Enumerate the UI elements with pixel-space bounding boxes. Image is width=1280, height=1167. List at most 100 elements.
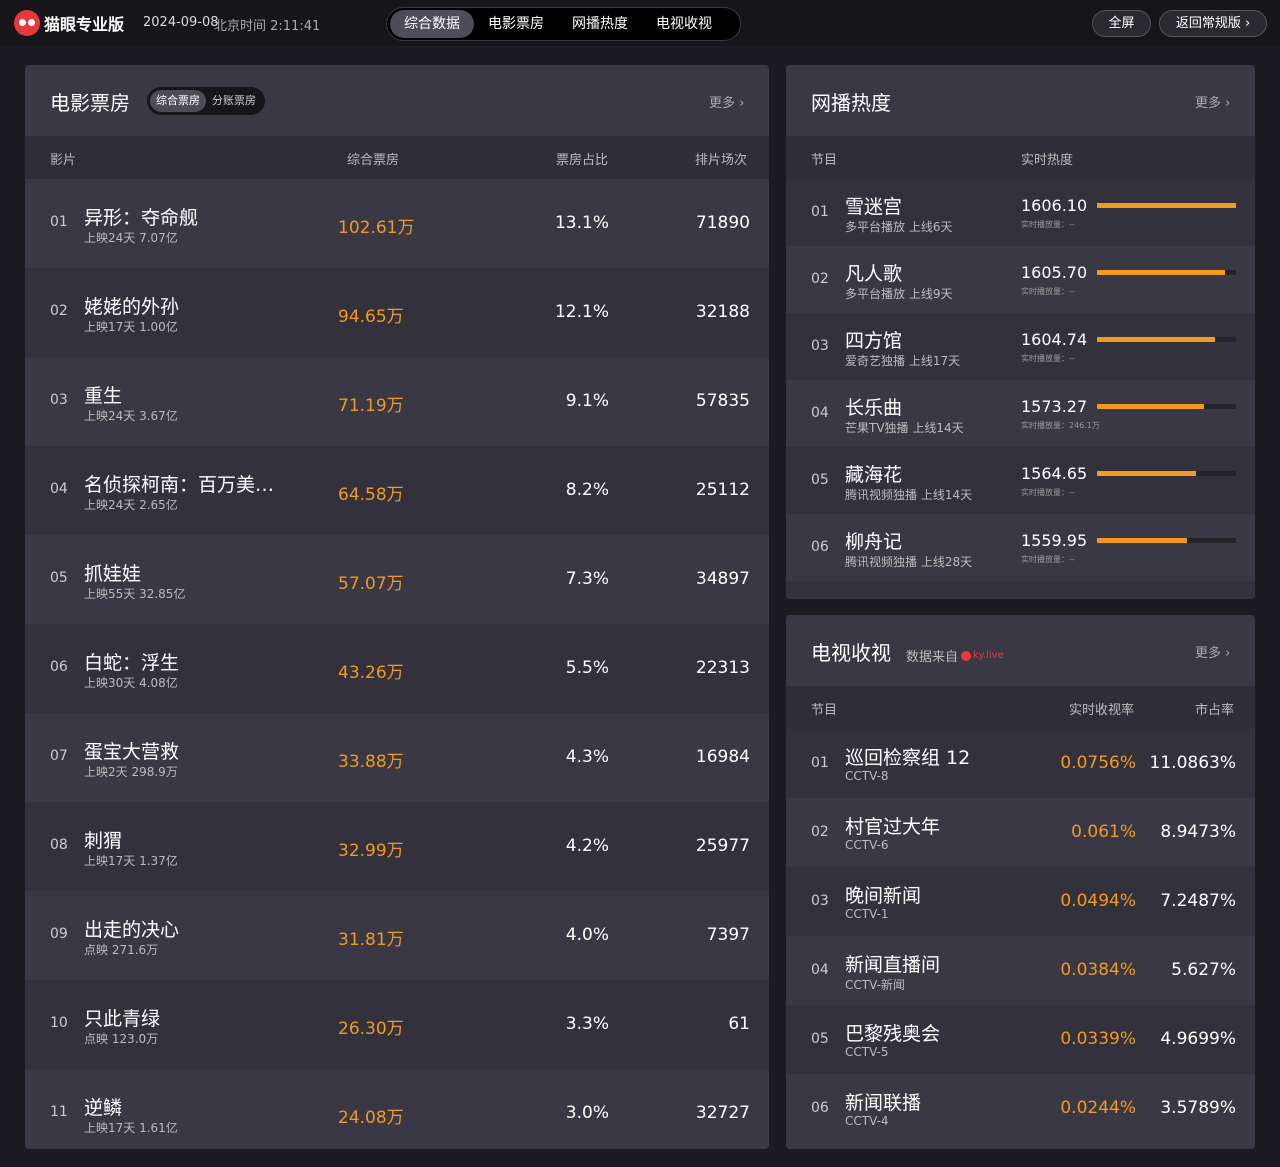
release-info: 上映2天 298.9万	[84, 765, 178, 779]
box-office-value: 24.08万	[338, 1108, 404, 1128]
box-office-share: 4.3%	[565, 747, 609, 767]
more-label: 更多	[709, 96, 736, 111]
show-count: 16984	[695, 747, 750, 767]
col-market-share: 市占率	[1195, 703, 1235, 718]
movie-box-office-panel: 电影票房 综合票房 分账票房 更多 › 影片 综合票房 票房占比 排片场次 01…	[25, 65, 769, 1149]
col-program: 节目	[811, 153, 838, 168]
box-office-value: 102.61万	[338, 218, 415, 238]
list-item[interactable]: 02 凡人歌 多平台播放 上线9天 1605.70 实时播放量：--	[786, 246, 1255, 313]
film-name: 逆鳞	[84, 1097, 123, 1119]
release-info: 上映24天 7.07亿	[84, 231, 178, 245]
program-name: 新闻直播间	[845, 954, 941, 976]
more-link[interactable]: 更多 ›	[709, 92, 744, 111]
list-item[interactable]: 06 柳舟记 腾讯视频独播 上线28天 1559.95 实时播放量：--	[786, 514, 1255, 581]
rank-number: 04	[811, 962, 829, 978]
rank-number: 04	[50, 481, 68, 497]
back-to-normal-button[interactable]: 返回常规版 ›	[1159, 10, 1267, 37]
rank-number: 06	[811, 539, 829, 555]
rank-number: 03	[50, 392, 68, 408]
logo[interactable]: 猫眼专业版	[14, 9, 124, 37]
back-to-normal-label: 返回常规版	[1175, 16, 1241, 31]
panel-title: 网播热度	[811, 91, 891, 115]
program-name: 村官过大年	[845, 816, 941, 838]
table-row[interactable]: 03 晚间新闻 CCTV-1 0.0494% 7.2487%	[786, 867, 1255, 936]
heat-bar	[1097, 538, 1236, 543]
release-info: 上映55天 32.85亿	[84, 587, 186, 601]
release-info: 上映17天 1.00亿	[84, 320, 178, 334]
heat-bar-fill	[1097, 203, 1236, 208]
more-link[interactable]: 更多 ›	[1195, 642, 1230, 661]
market-share-value: 8.9473%	[1160, 822, 1236, 842]
source-brand: ky.live	[973, 650, 1004, 661]
table-row[interactable]: 08 刺猬 上映17天 1.37亿 32.99万 4.2% 25977	[25, 802, 769, 891]
tab-box-office[interactable]: 电影票房	[474, 10, 558, 38]
box-office-share: 5.5%	[565, 658, 609, 678]
show-count: 61	[728, 1014, 750, 1034]
fullscreen-button[interactable]: 全屏	[1092, 10, 1151, 37]
play-count: 实时播放量：--	[1021, 555, 1075, 564]
rank-number: 01	[811, 204, 829, 220]
list-item[interactable]: 05 藏海花 腾讯视频独播 上线14天 1564.65 实时播放量：--	[786, 447, 1255, 514]
rank-number: 11	[50, 1104, 68, 1120]
table-row[interactable]: 04 名侦探柯南：百万美… 上映24天 2.65亿 64.58万 8.2% 25112	[25, 446, 769, 535]
rating-value: 0.061%	[1071, 822, 1136, 842]
rank-number: 06	[811, 1100, 829, 1116]
list-item[interactable]: 03 四方馆 爱奇艺独播 上线17天 1604.74 实时播放量：--	[786, 313, 1255, 380]
rank-number: 08	[50, 837, 68, 853]
list-item[interactable]: 01 雪迷宫 多平台播放 上线6天 1606.10 实时播放量：--	[786, 179, 1255, 246]
table-row[interactable]: 06 新闻联播 CCTV-4 0.0244% 3.5789%	[786, 1074, 1255, 1143]
list-item[interactable]: 04 长乐曲 芒果TV独播 上线14天 1573.27 实时播放量：246.1万	[786, 380, 1255, 447]
chevron-right-icon: ›	[739, 96, 745, 111]
market-share-value: 4.9699%	[1160, 1029, 1236, 1049]
col-share: 票房占比	[556, 153, 609, 168]
heat-bar-fill	[1097, 270, 1225, 275]
table-row[interactable]: 06 白蛇：浮生 上映30天 4.08亿 43.26万 5.5% 22313	[25, 624, 769, 713]
play-count: 实时播放量：--	[1021, 220, 1075, 229]
table-row[interactable]: 01 异形：夺命舰 上映24天 7.07亿 102.61万 13.1% 71890	[25, 179, 769, 268]
box-office-share: 13.1%	[554, 213, 609, 233]
table-row[interactable]: 01 巡回检察组 12 CCTV-8 0.0756% 11.0863%	[786, 729, 1255, 798]
show-count: 71890	[695, 213, 750, 233]
table-row[interactable]: 02 姥姥的外孙 上映17天 1.00亿 94.65万 12.1% 32188	[25, 268, 769, 357]
rank-number: 04	[811, 405, 829, 421]
box-office-value: 71.19万	[338, 396, 404, 416]
film-name: 只此青绿	[84, 1008, 161, 1030]
channel-name: CCTV-新闻	[845, 978, 905, 992]
table-row[interactable]: 07 蛋宝大营救 上映2天 298.9万 33.88万 4.3% 16984	[25, 713, 769, 802]
box-office-value: 94.65万	[338, 307, 404, 327]
more-link[interactable]: 更多 ›	[1195, 92, 1230, 111]
film-name: 异形：夺命舰	[84, 207, 199, 229]
box-office-share: 3.0%	[565, 1103, 609, 1123]
tab-tv-ratings[interactable]: 电视收视	[642, 10, 726, 38]
box-office-share: 12.1%	[554, 302, 609, 322]
table-row[interactable]: 11 逆鳞 上映17天 1.61亿 24.08万 3.0% 32727	[25, 1069, 769, 1149]
box-office-share: 7.3%	[565, 569, 609, 589]
film-name: 抓娃娃	[84, 563, 142, 585]
table-row[interactable]: 05 抓娃娃 上映55天 32.85亿 57.07万 7.3% 34897	[25, 535, 769, 624]
tab-overview[interactable]: 综合数据	[390, 10, 474, 38]
show-count: 32727	[695, 1103, 750, 1123]
rating-value: 0.0244%	[1060, 1098, 1136, 1118]
rank-number: 03	[811, 338, 829, 354]
table-row[interactable]: 02 村官过大年 CCTV-6 0.061% 8.9473%	[786, 798, 1255, 867]
box-office-share: 9.1%	[565, 391, 609, 411]
rating-value: 0.0339%	[1060, 1029, 1136, 1049]
release-info: 点映 123.0万	[84, 1032, 159, 1046]
table-row[interactable]: 03 重生 上映24天 3.67亿 71.19万 9.1% 57835	[25, 357, 769, 446]
tab-web-heat[interactable]: 网播热度	[558, 10, 642, 38]
heat-bar	[1097, 471, 1236, 476]
top-bar: 猫眼专业版 2024-09-08 北京时间 2:11:41 综合数据 电影票房 …	[0, 0, 1280, 46]
box-office-value: 32.99万	[338, 841, 404, 861]
table-row[interactable]: 10 只此青绿 点映 123.0万 26.30万 3.3% 61	[25, 980, 769, 1069]
table-row[interactable]: 04 新闻直播间 CCTV-新闻 0.0384% 5.627%	[786, 936, 1255, 1005]
kylive-icon	[961, 650, 972, 661]
show-count: 22313	[695, 658, 750, 678]
heat-bar-fill	[1097, 337, 1215, 342]
tab-combined-box-office[interactable]: 综合票房	[150, 90, 206, 112]
rank-number: 09	[50, 926, 68, 942]
heat-value: 1605.70	[1021, 263, 1088, 282]
table-row[interactable]: 05 巴黎残奥会 CCTV-5 0.0339% 4.9699%	[786, 1005, 1255, 1074]
tab-split-box-office[interactable]: 分账票房	[206, 90, 262, 112]
table-row[interactable]: 09 出走的决心 点映 271.6万 31.81万 4.0% 7397	[25, 891, 769, 980]
col-shows: 排片场次	[695, 153, 748, 168]
